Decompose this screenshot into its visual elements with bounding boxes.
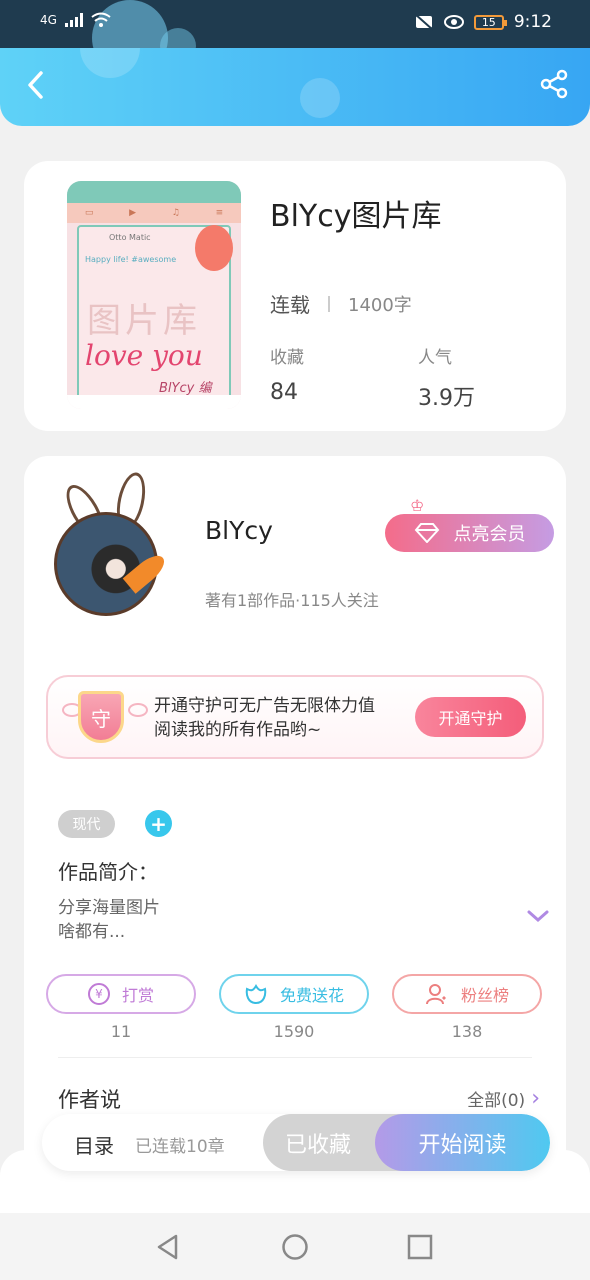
vip-label: 点亮会员 [453,524,526,545]
flower-count: 1590 [273,1022,315,1041]
triangle-back-icon [157,1234,178,1260]
fans-label: 粉丝榜 [460,986,509,1005]
back-button[interactable] [18,68,52,102]
tip-button[interactable]: ¥ 打赏 [46,974,196,1014]
send-flower-button[interactable]: 免费送花 [219,974,369,1014]
book-meta: 连载 1400字 [270,289,412,318]
chevron-left-icon [28,71,43,99]
chapter-count: 已连载10章 [135,1137,225,1157]
fan-rank-button[interactable]: 粉丝榜 [392,974,542,1014]
nav-recents-button[interactable] [406,1233,434,1261]
guard-line: 开通守护可无广告无限体力值 [154,696,375,716]
book-title: BlYcy图片库 [270,199,442,234]
nav-back-button[interactable] [154,1233,182,1261]
all-label: 全部(0) [467,1091,526,1111]
shield-icon: 守 [78,691,124,743]
crown-icon: ♔ [410,496,425,515]
system-nav-bar [0,1213,590,1280]
action-row: ¥ 打赏 免费送花 粉丝榜 [46,974,544,1014]
intro-line: 啥都有... [58,922,126,942]
share-button[interactable] [536,66,572,102]
status-bar: 4G 15 9:12 [0,0,590,76]
toc-button[interactable]: 目录 [74,1130,114,1159]
diamond-icon [414,523,439,543]
book-status: 连载 [270,293,310,317]
open-guard-button[interactable]: 开通守护 [415,697,526,737]
status-left: 4G [40,12,111,28]
decor-bubble [80,48,140,78]
yen-icon: ¥ [87,983,110,1005]
divider [328,295,330,312]
cover-signature: BlYcy 编 [159,381,212,396]
fan-rank-icon [425,984,446,1005]
flower-label: 免费送花 [279,986,344,1005]
author-card: BlYcy ♔ 点亮会员 著有1部作品·115人关注 守 开通守护可无广告无限体… [24,456,566,1176]
header-bar [0,48,590,126]
cover-username: Otto Matic [109,233,151,242]
cover-caption: Happy life! #awesome [85,255,177,264]
book-word-count: 1400字 [348,294,412,316]
stat-value: 84 [270,380,298,405]
vip-button[interactable]: 点亮会员 [385,514,554,552]
square-recents-icon [407,1234,433,1260]
no-sim-icon [414,13,434,31]
intro-label: 作品简介： [58,860,158,884]
wifi-icon [91,12,111,27]
stat-label: 人气 [418,348,452,368]
cover-topbar [67,181,241,203]
book-info-card: ▭ ▶ ♫ ≡ Otto Matic Happy life! #awesome 图片库… [24,161,566,431]
decor-bubble [300,78,340,118]
favorited-label: 已收藏 [284,1132,351,1158]
author-says-title: 作者说 [58,1088,121,1112]
intro-line: 分享海量图片 [58,898,160,918]
cover-footer [67,395,241,409]
author-subtitle: 著有1部作品·115人关注 [205,591,379,610]
network-label: 4G [40,13,57,27]
stat-popularity: 人气 3.9万 [418,343,475,412]
expand-button[interactable] [526,908,550,924]
chevron-down-icon [527,910,549,923]
guard-line: 阅读我的所有作品哟~ [154,720,322,740]
author-avatar-frame[interactable] [54,469,200,620]
status-right: 15 9:12 [414,12,552,32]
guard-banner: 守 开通守护可无广告无限体力值 阅读我的所有作品哟~ 开通守护 [46,675,544,759]
cover-love-text: love you [85,339,203,372]
bottom-action-bar: 目录 已连载10章 已收藏 开始阅读 [42,1114,550,1171]
cover-big-text: 图片库 [87,301,201,341]
cover-navbar: ▭ ▶ ♫ ≡ [67,203,241,223]
circle-home-icon [282,1234,308,1260]
book-cover[interactable]: ▭ ▶ ♫ ≡ Otto Matic Happy life! #awesome 图片库… [67,181,241,409]
tip-label: 打赏 [121,986,154,1005]
nav-home-button[interactable] [281,1233,309,1261]
guard-text: 开通守护可无广告无限体力值 阅读我的所有作品哟~ [154,694,375,742]
divider [58,1057,532,1058]
stat-favorites: 收藏 84 [270,343,304,405]
battery-icon: 15 [473,14,507,30]
fans-count: 138 [451,1022,483,1041]
intro-text: 分享海量图片 啥都有... [58,896,160,944]
add-tag-button[interactable]: + [145,810,172,837]
author-says-all-link[interactable]: 全部(0) › [467,1086,540,1111]
author-name[interactable]: BlYcy [205,516,273,545]
share-icon [540,69,568,99]
flower-icon [245,984,267,1005]
genre-tag[interactable]: 现代 [58,810,115,838]
start-reading-button[interactable]: 开始阅读 [375,1114,550,1171]
clock: 9:12 [513,12,552,32]
stat-label: 收藏 [270,348,304,368]
eye-icon [443,15,464,29]
stat-value: 3.9万 [418,386,475,411]
balloon-icon [195,225,233,271]
chevron-right-icon: › [531,1086,540,1111]
wing-icon [128,703,148,717]
tip-count: 11 [110,1022,132,1041]
signal-icon [64,13,83,27]
